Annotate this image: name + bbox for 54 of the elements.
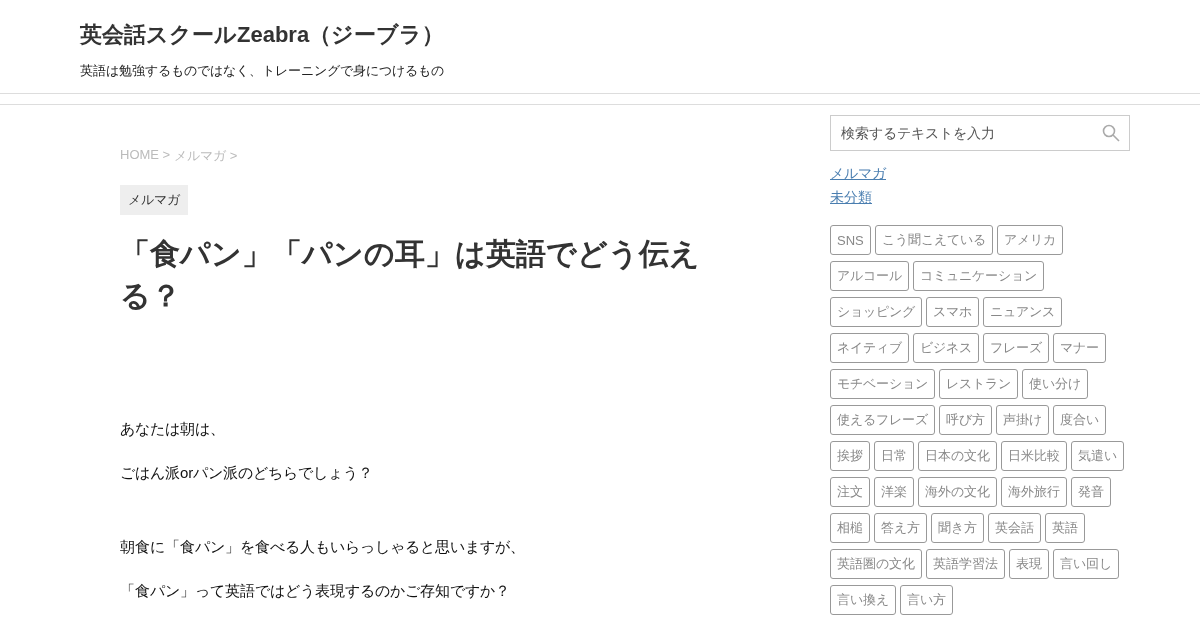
tag-link[interactable]: 度合い xyxy=(1053,405,1106,435)
category-link[interactable]: メルマガ xyxy=(830,161,886,185)
tag-link[interactable]: ニュアンス xyxy=(983,297,1062,327)
tag-link[interactable]: SNS xyxy=(830,225,871,255)
tag-link[interactable]: モチベーション xyxy=(830,369,935,399)
article-paragraph: あなたは朝は、 xyxy=(120,419,226,439)
category-label[interactable]: メルマガ xyxy=(120,185,188,215)
tag-link[interactable]: ショッピング xyxy=(830,297,922,327)
tag-link[interactable]: 言い換え xyxy=(830,585,896,615)
article-paragraph: 朝食に「食パン」を食べる人もいらっしゃると思いますが、 xyxy=(120,537,525,557)
tag-link[interactable]: 洋楽 xyxy=(874,477,914,507)
tag-link[interactable]: 使い分け xyxy=(1022,369,1088,399)
tag-link[interactable]: 相槌 xyxy=(830,513,870,543)
tag-link[interactable]: レストラン xyxy=(939,369,1018,399)
category-link[interactable]: 未分類 xyxy=(830,185,872,209)
breadcrumb-link[interactable]: メルマガ > xyxy=(174,147,238,165)
breadcrumb-link[interactable]: HOME > xyxy=(120,147,171,165)
tag-link[interactable]: 表現 xyxy=(1009,549,1049,579)
tag-link[interactable]: 挨拶 xyxy=(830,441,870,471)
tag-link[interactable]: マナー xyxy=(1053,333,1106,363)
search-icon[interactable] xyxy=(1102,124,1120,142)
article-paragraph: 「食パン」って英語ではどう表現するのかご存知ですか？ xyxy=(120,581,511,601)
tag-link[interactable]: 英語 xyxy=(1045,513,1085,543)
tag-link[interactable]: アメリカ xyxy=(996,225,1063,255)
tag-link[interactable]: 日米比較 xyxy=(1001,441,1067,471)
tag-link[interactable]: 使えるフレーズ xyxy=(830,405,935,435)
tag-link[interactable]: ビジネス xyxy=(913,333,979,363)
tag-link[interactable]: コミュニケーション xyxy=(913,261,1044,291)
tag-link[interactable]: 言い回し xyxy=(1053,549,1119,579)
tag-link[interactable]: 答え方 xyxy=(874,513,927,543)
tag-link[interactable]: 日常 xyxy=(874,441,914,471)
site-tagline: 英語は勉強するものではなく、トレーニングで身につけるもの xyxy=(80,62,444,80)
tag-link[interactable]: 聞き方 xyxy=(931,513,984,543)
tag-link[interactable]: 注文 xyxy=(830,477,870,507)
tag-link[interactable]: 発音 xyxy=(1071,477,1111,507)
tag-link[interactable]: 英会話 xyxy=(988,513,1041,543)
tag-link[interactable]: 言い方 xyxy=(900,585,953,615)
tag-link[interactable]: 海外旅行 xyxy=(1001,477,1067,507)
tag-link[interactable]: 英語学習法 xyxy=(926,549,1005,579)
search-field[interactable]: 検索するテキストを入力 xyxy=(830,115,1130,151)
tag-link[interactable]: 日本の文化 xyxy=(918,441,997,471)
site-title[interactable]: 英会話スクールZeabra（ジーブラ） xyxy=(80,20,445,50)
tag-link[interactable]: 海外の文化 xyxy=(918,477,997,507)
article-paragraph: ごはん派orパン派のどちらでしょう？ xyxy=(120,463,375,483)
tag-link[interactable]: 呼び方 xyxy=(939,405,992,435)
tag-link[interactable]: ネイティブ xyxy=(830,333,909,363)
tag-link[interactable]: こう聞こえている xyxy=(874,225,993,255)
tag-link[interactable]: スマホ xyxy=(926,297,979,327)
tag-link[interactable]: 英語圏の文化 xyxy=(830,549,922,579)
tag-link[interactable]: 気遣い xyxy=(1071,441,1124,471)
article-title: 「食パン」「パンの耳」は英語でどう伝える？ xyxy=(120,236,701,314)
tag-link[interactable]: アルコール xyxy=(830,261,909,291)
tag-link[interactable]: フレーズ xyxy=(983,333,1049,363)
tag-link[interactable]: 声掛け xyxy=(996,405,1049,435)
